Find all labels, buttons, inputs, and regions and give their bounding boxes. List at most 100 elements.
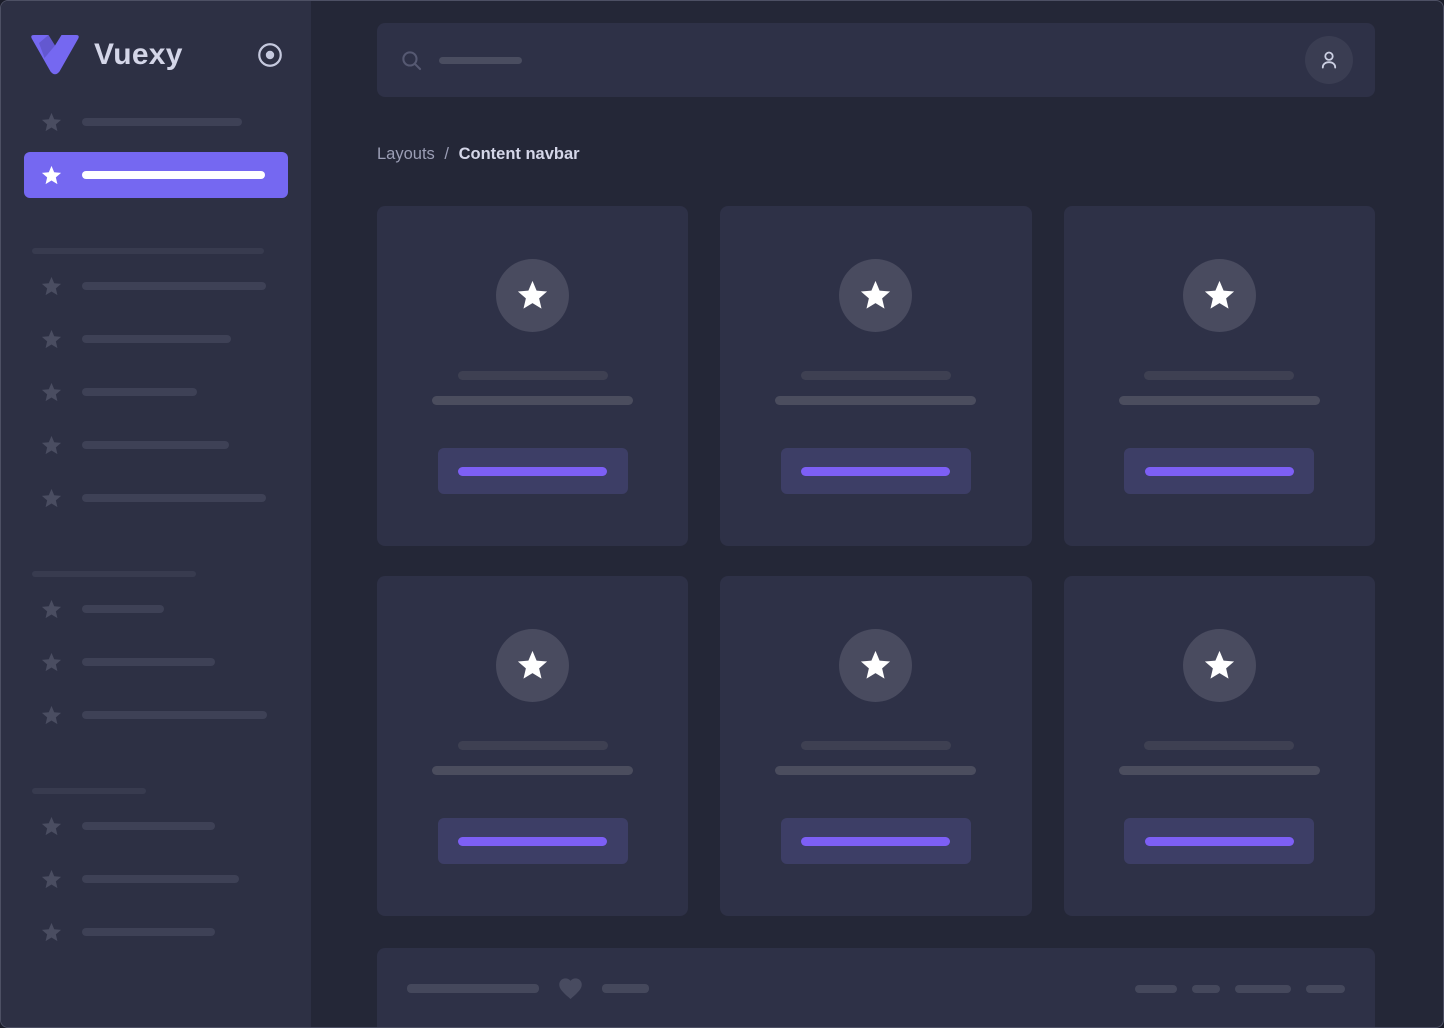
card-title-placeholder bbox=[801, 371, 951, 380]
star-icon bbox=[40, 275, 63, 298]
sidebar-menu-item[interactable] bbox=[24, 152, 288, 198]
star-icon bbox=[40, 921, 63, 944]
star-icon bbox=[40, 598, 63, 621]
menu-item-label-placeholder bbox=[82, 118, 242, 126]
star-icon bbox=[515, 648, 550, 683]
search-input[interactable] bbox=[439, 57, 522, 64]
text-placeholder-bar bbox=[1306, 985, 1345, 993]
sidebar-header: Vuexy bbox=[24, 31, 288, 79]
menu-item-label-placeholder bbox=[82, 605, 164, 613]
menu-item-label-placeholder bbox=[82, 875, 239, 883]
card-action-button[interactable] bbox=[1124, 818, 1314, 864]
content-card bbox=[1064, 206, 1375, 546]
star-icon bbox=[40, 381, 63, 404]
footer-card bbox=[377, 948, 1375, 1028]
menu-pin-toggle-icon[interactable] bbox=[256, 41, 284, 69]
card-text-placeholder bbox=[1119, 396, 1320, 405]
app-window: Vuexy bbox=[0, 0, 1444, 1028]
app-title: Vuexy bbox=[94, 38, 183, 72]
card-title-placeholder bbox=[1144, 741, 1294, 750]
breadcrumb-current: Content navbar bbox=[459, 145, 580, 163]
sidebar-menu-item[interactable] bbox=[24, 422, 288, 468]
card-text-placeholder bbox=[432, 396, 633, 405]
star-icon bbox=[40, 487, 63, 510]
button-label-placeholder bbox=[1145, 837, 1294, 846]
sidebar-menu-item[interactable] bbox=[24, 586, 288, 632]
menu-section-header-placeholder bbox=[32, 248, 264, 254]
button-label-placeholder bbox=[458, 837, 607, 846]
card-avatar-circle bbox=[1183, 629, 1256, 702]
menu-section-header-placeholder bbox=[32, 571, 196, 577]
sidebar-menu-item[interactable] bbox=[24, 856, 288, 902]
card-avatar-circle bbox=[839, 259, 912, 332]
star-icon bbox=[40, 815, 63, 838]
text-placeholder-bar bbox=[407, 984, 539, 993]
card-action-button[interactable] bbox=[781, 448, 971, 494]
button-label-placeholder bbox=[1145, 467, 1294, 476]
card-avatar-circle bbox=[839, 629, 912, 702]
user-avatar[interactable] bbox=[1305, 36, 1353, 84]
menu-item-label-placeholder bbox=[82, 658, 215, 666]
card-text-placeholder bbox=[775, 396, 976, 405]
menu-item-label-placeholder bbox=[82, 711, 267, 719]
card-avatar-circle bbox=[496, 629, 569, 702]
menu-item-label-placeholder bbox=[82, 494, 266, 502]
card-avatar-circle bbox=[496, 259, 569, 332]
sidebar-menu-item[interactable] bbox=[24, 369, 288, 415]
footer-left-group bbox=[407, 975, 649, 1002]
content-card bbox=[377, 206, 688, 546]
star-icon bbox=[515, 278, 550, 313]
menu-item-label-placeholder bbox=[82, 928, 215, 936]
vuexy-logo-icon bbox=[30, 34, 80, 76]
card-avatar-circle bbox=[1183, 259, 1256, 332]
sidebar-menu-item[interactable] bbox=[24, 803, 288, 849]
star-icon bbox=[40, 704, 63, 727]
star-icon bbox=[858, 648, 893, 683]
button-label-placeholder bbox=[801, 467, 950, 476]
sidebar-menu-item[interactable] bbox=[24, 909, 288, 955]
breadcrumb-separator: / bbox=[444, 145, 449, 163]
star-icon bbox=[858, 278, 893, 313]
card-text-placeholder bbox=[775, 766, 976, 775]
sidebar-menu-item[interactable] bbox=[24, 316, 288, 362]
breadcrumb-parent[interactable]: Layouts bbox=[377, 145, 435, 163]
star-icon bbox=[1202, 278, 1237, 313]
button-label-placeholder bbox=[801, 837, 950, 846]
star-icon bbox=[40, 868, 63, 891]
sidebar-menu-item[interactable] bbox=[24, 263, 288, 309]
text-placeholder-bar bbox=[602, 984, 649, 993]
breadcrumb: Layouts / Content navbar bbox=[377, 145, 1375, 164]
top-navbar bbox=[377, 23, 1375, 97]
star-icon bbox=[40, 164, 63, 187]
sidebar-menu-item[interactable] bbox=[24, 475, 288, 521]
content-card bbox=[720, 576, 1031, 916]
text-placeholder-bar bbox=[1135, 985, 1177, 993]
card-action-button[interactable] bbox=[781, 818, 971, 864]
card-text-placeholder bbox=[1119, 766, 1320, 775]
button-label-placeholder bbox=[458, 467, 607, 476]
card-action-button[interactable] bbox=[438, 818, 628, 864]
sidebar-menu-item[interactable] bbox=[24, 639, 288, 685]
footer-row bbox=[407, 975, 1345, 1002]
sidebar-menu-item[interactable] bbox=[24, 692, 288, 738]
menu-item-label-placeholder bbox=[82, 822, 215, 830]
menu-item-label-placeholder bbox=[82, 335, 231, 343]
text-placeholder-bar bbox=[1235, 985, 1291, 993]
card-text-placeholder bbox=[432, 766, 633, 775]
card-title-placeholder bbox=[458, 371, 608, 380]
menu-item-label-placeholder bbox=[82, 171, 265, 179]
footer-right-group bbox=[1135, 985, 1345, 993]
sidebar: Vuexy bbox=[1, 1, 311, 1027]
search-icon[interactable] bbox=[399, 48, 424, 73]
card-title-placeholder bbox=[1144, 371, 1294, 380]
card-action-button[interactable] bbox=[438, 448, 628, 494]
card-action-button[interactable] bbox=[1124, 448, 1314, 494]
menu-item-label-placeholder bbox=[82, 388, 197, 396]
cards-grid bbox=[377, 206, 1375, 916]
star-icon bbox=[1202, 648, 1237, 683]
sidebar-menu-item[interactable] bbox=[24, 99, 288, 145]
card-title-placeholder bbox=[458, 741, 608, 750]
star-icon bbox=[40, 434, 63, 457]
card-title-placeholder bbox=[801, 741, 951, 750]
content-card bbox=[1064, 576, 1375, 916]
